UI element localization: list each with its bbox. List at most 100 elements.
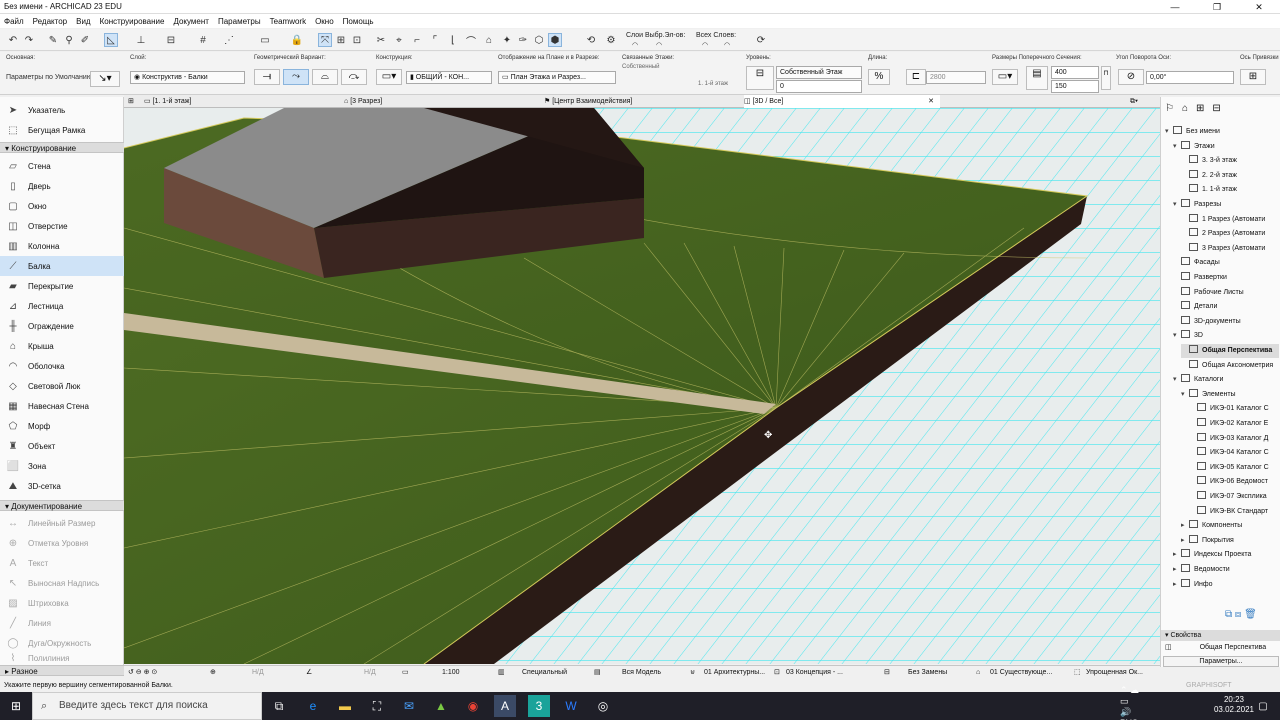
restore-icon[interactable]: ❐ bbox=[1196, 0, 1238, 14]
gravity-icon[interactable]: ⊟ bbox=[164, 33, 178, 47]
task-view-icon[interactable]: ⧉ bbox=[268, 695, 290, 717]
level-select[interactable]: Собственный Этаж bbox=[776, 66, 862, 79]
tool-railing[interactable]: ╫ Ограждение bbox=[0, 316, 124, 336]
navigator-item[interactable]: ▸ Компоненты bbox=[1181, 519, 1279, 533]
menu-document[interactable]: Документ bbox=[173, 17, 209, 26]
navigator-item[interactable]: ▾ Разрезы bbox=[1173, 198, 1279, 212]
zoom-icon[interactable]: ⊕ bbox=[210, 667, 216, 679]
menu-design[interactable]: Конструирование bbox=[100, 17, 165, 26]
grid-snap-icon[interactable]: # bbox=[196, 33, 210, 47]
layout-book-icon[interactable]: ⊞ bbox=[1196, 103, 1204, 114]
autodesk-icon[interactable]: ▲ bbox=[430, 695, 452, 717]
section-misc[interactable]: ▸ Разное bbox=[0, 665, 124, 676]
navigator-item[interactable]: Общая Перспектива bbox=[1181, 344, 1279, 358]
adjust-icon[interactable]: ⌖ bbox=[392, 33, 406, 47]
guide-lines-icon[interactable]: ⊥ bbox=[134, 33, 148, 47]
tool-dimension[interactable]: ↔ Линейный Размер bbox=[0, 513, 124, 533]
minimize-icon[interactable]: — bbox=[1154, 0, 1196, 14]
menu-teamwork[interactable]: Teamwork bbox=[270, 17, 306, 26]
navigator-item[interactable]: ИКЭ-06 Ведомост bbox=[1189, 475, 1279, 489]
menu-view[interactable]: Вид bbox=[76, 17, 90, 26]
tool-slab[interactable]: ▰ Перекрытие bbox=[0, 276, 124, 296]
geometry-curved-button[interactable]: ⌓ bbox=[312, 69, 338, 85]
trim-icon[interactable]: ⌒ bbox=[464, 33, 478, 48]
split-icon[interactable]: ✂ bbox=[374, 33, 388, 47]
3d-explore-icon[interactable]: ⚙ bbox=[604, 33, 618, 47]
level-offset-field[interactable]: 0 bbox=[776, 80, 862, 93]
menu-help[interactable]: Помощь bbox=[343, 17, 374, 26]
structure-value[interactable]: Специальный bbox=[522, 667, 567, 679]
navigator-item[interactable]: ИКЭ-01 Каталог С bbox=[1189, 402, 1279, 416]
offset-icon[interactable]: ⌊ bbox=[446, 33, 460, 47]
navigator-item[interactable]: Рабочие Листы bbox=[1173, 286, 1279, 300]
slope-button[interactable]: % bbox=[868, 69, 890, 85]
notifications-icon[interactable]: ▢ bbox=[1252, 695, 1274, 717]
angle-value[interactable]: Н/Д bbox=[364, 667, 376, 679]
layer-combo-icon[interactable]: ⊍ bbox=[690, 667, 695, 679]
tool-column[interactable]: ▥ Колонна bbox=[0, 236, 124, 256]
tool-pointer[interactable]: ➤ Указатель bbox=[0, 100, 124, 120]
fillet-icon[interactable]: ⌜ bbox=[428, 33, 442, 47]
taskbar-search-input[interactable]: ⌕ Введите здесь текст для поиска bbox=[32, 692, 262, 720]
layer-toggle-1-icon[interactable]: ◠ bbox=[630, 41, 640, 49]
word-icon[interactable]: W bbox=[560, 695, 582, 717]
tab-collab-center[interactable]: ⚑ [Центр Взаимодействия] bbox=[544, 95, 744, 108]
navigator-item[interactable]: ▸ Инфо bbox=[1173, 578, 1279, 592]
expand-arrow-icon[interactable]: ▾ bbox=[1165, 125, 1173, 139]
model-view-icon[interactable]: ⬚ bbox=[1074, 667, 1081, 679]
tool-mesh[interactable]: ⛰ 3D-сетка bbox=[0, 476, 124, 496]
layer-select[interactable]: ◉ Конструктив - Балки bbox=[130, 71, 245, 84]
edge-icon[interactable]: e bbox=[302, 695, 324, 717]
renovation-value[interactable]: 01 Существующе... bbox=[990, 667, 1052, 679]
pen-set-value[interactable]: 03 Концепция - ... bbox=[786, 667, 843, 679]
scale-value[interactable]: 1:100 bbox=[442, 667, 460, 679]
override-value[interactable]: Без Замены bbox=[908, 667, 947, 679]
navigator-item[interactable]: ▾ 3D bbox=[1173, 329, 1279, 343]
navigator-item[interactable]: ▸ Ведомости bbox=[1173, 563, 1279, 577]
tool-wall[interactable]: ▱ Стена bbox=[0, 156, 124, 176]
redo-icon[interactable]: ↷ bbox=[22, 33, 36, 47]
menu-options[interactable]: Параметры bbox=[218, 17, 261, 26]
navigator-item[interactable]: 2 Разрез (Автомати bbox=[1181, 227, 1279, 241]
navigator-item[interactable]: 3. 3-й этаж bbox=[1181, 154, 1279, 168]
tab-floor-plan[interactable]: ▭ [1. 1-й этаж] bbox=[144, 95, 344, 108]
expand-arrow-icon[interactable]: ▾ bbox=[1173, 198, 1181, 212]
refresh-icon[interactable]: ⟳ bbox=[754, 33, 768, 47]
tool-roof[interactable]: ⌂ Крыша bbox=[0, 336, 124, 356]
tool-skylight[interactable]: ◇ Световой Люк bbox=[0, 376, 124, 396]
navigator-item[interactable]: ИКЭ-07 Экспликa bbox=[1189, 490, 1279, 504]
archicad-icon[interactable]: A bbox=[494, 695, 516, 717]
pen-set-icon[interactable]: ⊡ bbox=[774, 667, 780, 679]
new-folder-icon[interactable]: ⧉ bbox=[1225, 609, 1232, 620]
tabs-overview-icon[interactable]: ⊞ bbox=[128, 95, 134, 108]
store-icon[interactable]: ⛶ bbox=[366, 695, 388, 717]
navigator-item[interactable]: ИКЭ-02 Каталог Е bbox=[1189, 417, 1279, 431]
rotation-field[interactable]: 0,00° bbox=[1146, 71, 1234, 84]
tool-stair[interactable]: ⊿ Лестница bbox=[0, 296, 124, 316]
structure-icon[interactable]: ▥ bbox=[498, 667, 505, 679]
tool-shell[interactable]: ◠ Оболочка bbox=[0, 356, 124, 376]
tool-line[interactable]: ╱ Линия bbox=[0, 613, 124, 633]
taskbar-clock[interactable]: 20:23 03.02.2021 bbox=[1214, 695, 1254, 715]
3d-viewport[interactable]: ✥ bbox=[124, 108, 1160, 664]
tool-morph[interactable]: ⬠ Морф bbox=[0, 416, 124, 436]
undo-icon[interactable]: ↶ bbox=[6, 33, 20, 47]
grid-icon[interactable]: ⊡ bbox=[350, 33, 364, 47]
roof-trim-icon[interactable]: ⌂ bbox=[482, 33, 496, 47]
tool-marquee[interactable]: ⬚ Бегущая Рамка bbox=[0, 120, 124, 140]
navigator-item[interactable]: ▸ Покрытия bbox=[1181, 534, 1279, 548]
menu-window[interactable]: Окно bbox=[315, 17, 334, 26]
expand-arrow-icon[interactable]: ▾ bbox=[1173, 140, 1181, 154]
intersect-icon[interactable]: ⌐ bbox=[410, 33, 424, 47]
expand-arrow-icon[interactable]: ▸ bbox=[1173, 578, 1181, 592]
trace-icon[interactable]: ⋰ bbox=[222, 33, 236, 47]
expand-arrow-icon[interactable]: ▸ bbox=[1181, 534, 1189, 548]
navigator-item[interactable]: ИКЭ-04 Каталог С bbox=[1189, 446, 1279, 460]
layer-combo-value[interactable]: 01 Архитектурны... bbox=[704, 667, 765, 679]
angle-icon[interactable]: ∠ bbox=[306, 667, 312, 679]
scale-icon[interactable]: ▭ bbox=[402, 667, 409, 679]
tool-door[interactable]: ▯ Дверь bbox=[0, 176, 124, 196]
navigator-item[interactable]: ▾ Каталоги bbox=[1173, 373, 1279, 387]
inject-icon[interactable]: ⚲ bbox=[62, 33, 76, 47]
layer-toggle-3-icon[interactable]: ◠ bbox=[700, 41, 710, 49]
